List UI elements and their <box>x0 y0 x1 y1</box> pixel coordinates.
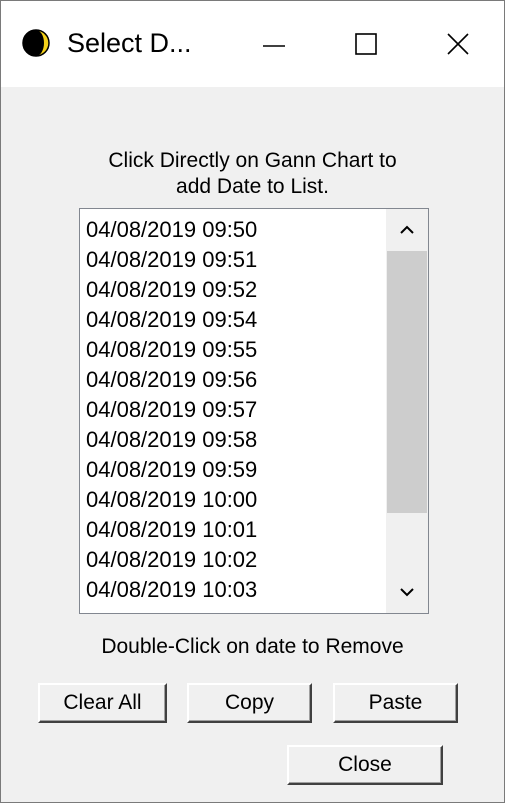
select-dates-dialog: Select D... Click Directly on Gann Chart… <box>0 0 505 803</box>
list-item[interactable]: 04/08/2019 10:01 <box>86 515 257 545</box>
instruction-line-2: add Date to List. <box>176 175 329 198</box>
list-item[interactable]: 04/08/2019 09:58 <box>86 425 257 455</box>
instruction-line-1: Click Directly on Gann Chart to <box>108 149 397 172</box>
moon-phase-icon <box>22 29 50 57</box>
vertical-scrollbar[interactable] <box>386 209 428 613</box>
window-title: Select D... <box>67 28 192 58</box>
title-bar[interactable]: Select D... <box>1 1 504 87</box>
list-item[interactable]: 04/08/2019 09:50 <box>86 215 257 245</box>
chevron-up-icon <box>400 225 414 234</box>
clear-all-button[interactable]: Clear All <box>38 683 167 723</box>
minimize-button[interactable] <box>228 1 320 87</box>
list-item[interactable]: 04/08/2019 09:55 <box>86 335 257 365</box>
remove-hint-label: Double-Click on date to Remove <box>101 635 404 658</box>
window-close-button[interactable] <box>412 1 504 87</box>
maximize-icon <box>355 33 377 55</box>
close-icon <box>447 33 469 55</box>
list-item[interactable]: 04/08/2019 10:03 <box>86 575 257 605</box>
scroll-up-button[interactable] <box>386 209 428 251</box>
chevron-down-icon <box>400 588 414 597</box>
paste-button[interactable]: Paste <box>333 683 458 723</box>
instruction-label: Click Directly on Gann Chart to add Date… <box>1 148 504 200</box>
close-button[interactable]: Close <box>287 745 443 785</box>
scroll-thumb[interactable] <box>387 251 427 513</box>
date-listbox[interactable]: 04/08/2019 09:50 04/08/2019 09:51 04/08/20… <box>79 208 429 614</box>
list-item[interactable]: 04/08/2019 09:56 <box>86 365 257 395</box>
maximize-button[interactable] <box>320 1 412 87</box>
minimize-icon <box>263 45 285 47</box>
list-item[interactable]: 04/08/2019 10:02 <box>86 545 257 575</box>
list-item[interactable]: 04/08/2019 09:51 <box>86 245 257 275</box>
list-item[interactable]: 04/08/2019 09:59 <box>86 455 257 485</box>
scroll-down-button[interactable] <box>386 571 428 613</box>
list-item[interactable]: 04/08/2019 09:52 <box>86 275 257 305</box>
list-item[interactable]: 04/08/2019 09:57 <box>86 395 257 425</box>
list-item[interactable]: 04/08/2019 10:00 <box>86 485 257 515</box>
list-item[interactable]: 04/08/2019 09:54 <box>86 305 257 335</box>
date-list-items: 04/08/2019 09:50 04/08/2019 09:51 04/08/20… <box>86 215 257 605</box>
copy-button[interactable]: Copy <box>187 683 312 723</box>
